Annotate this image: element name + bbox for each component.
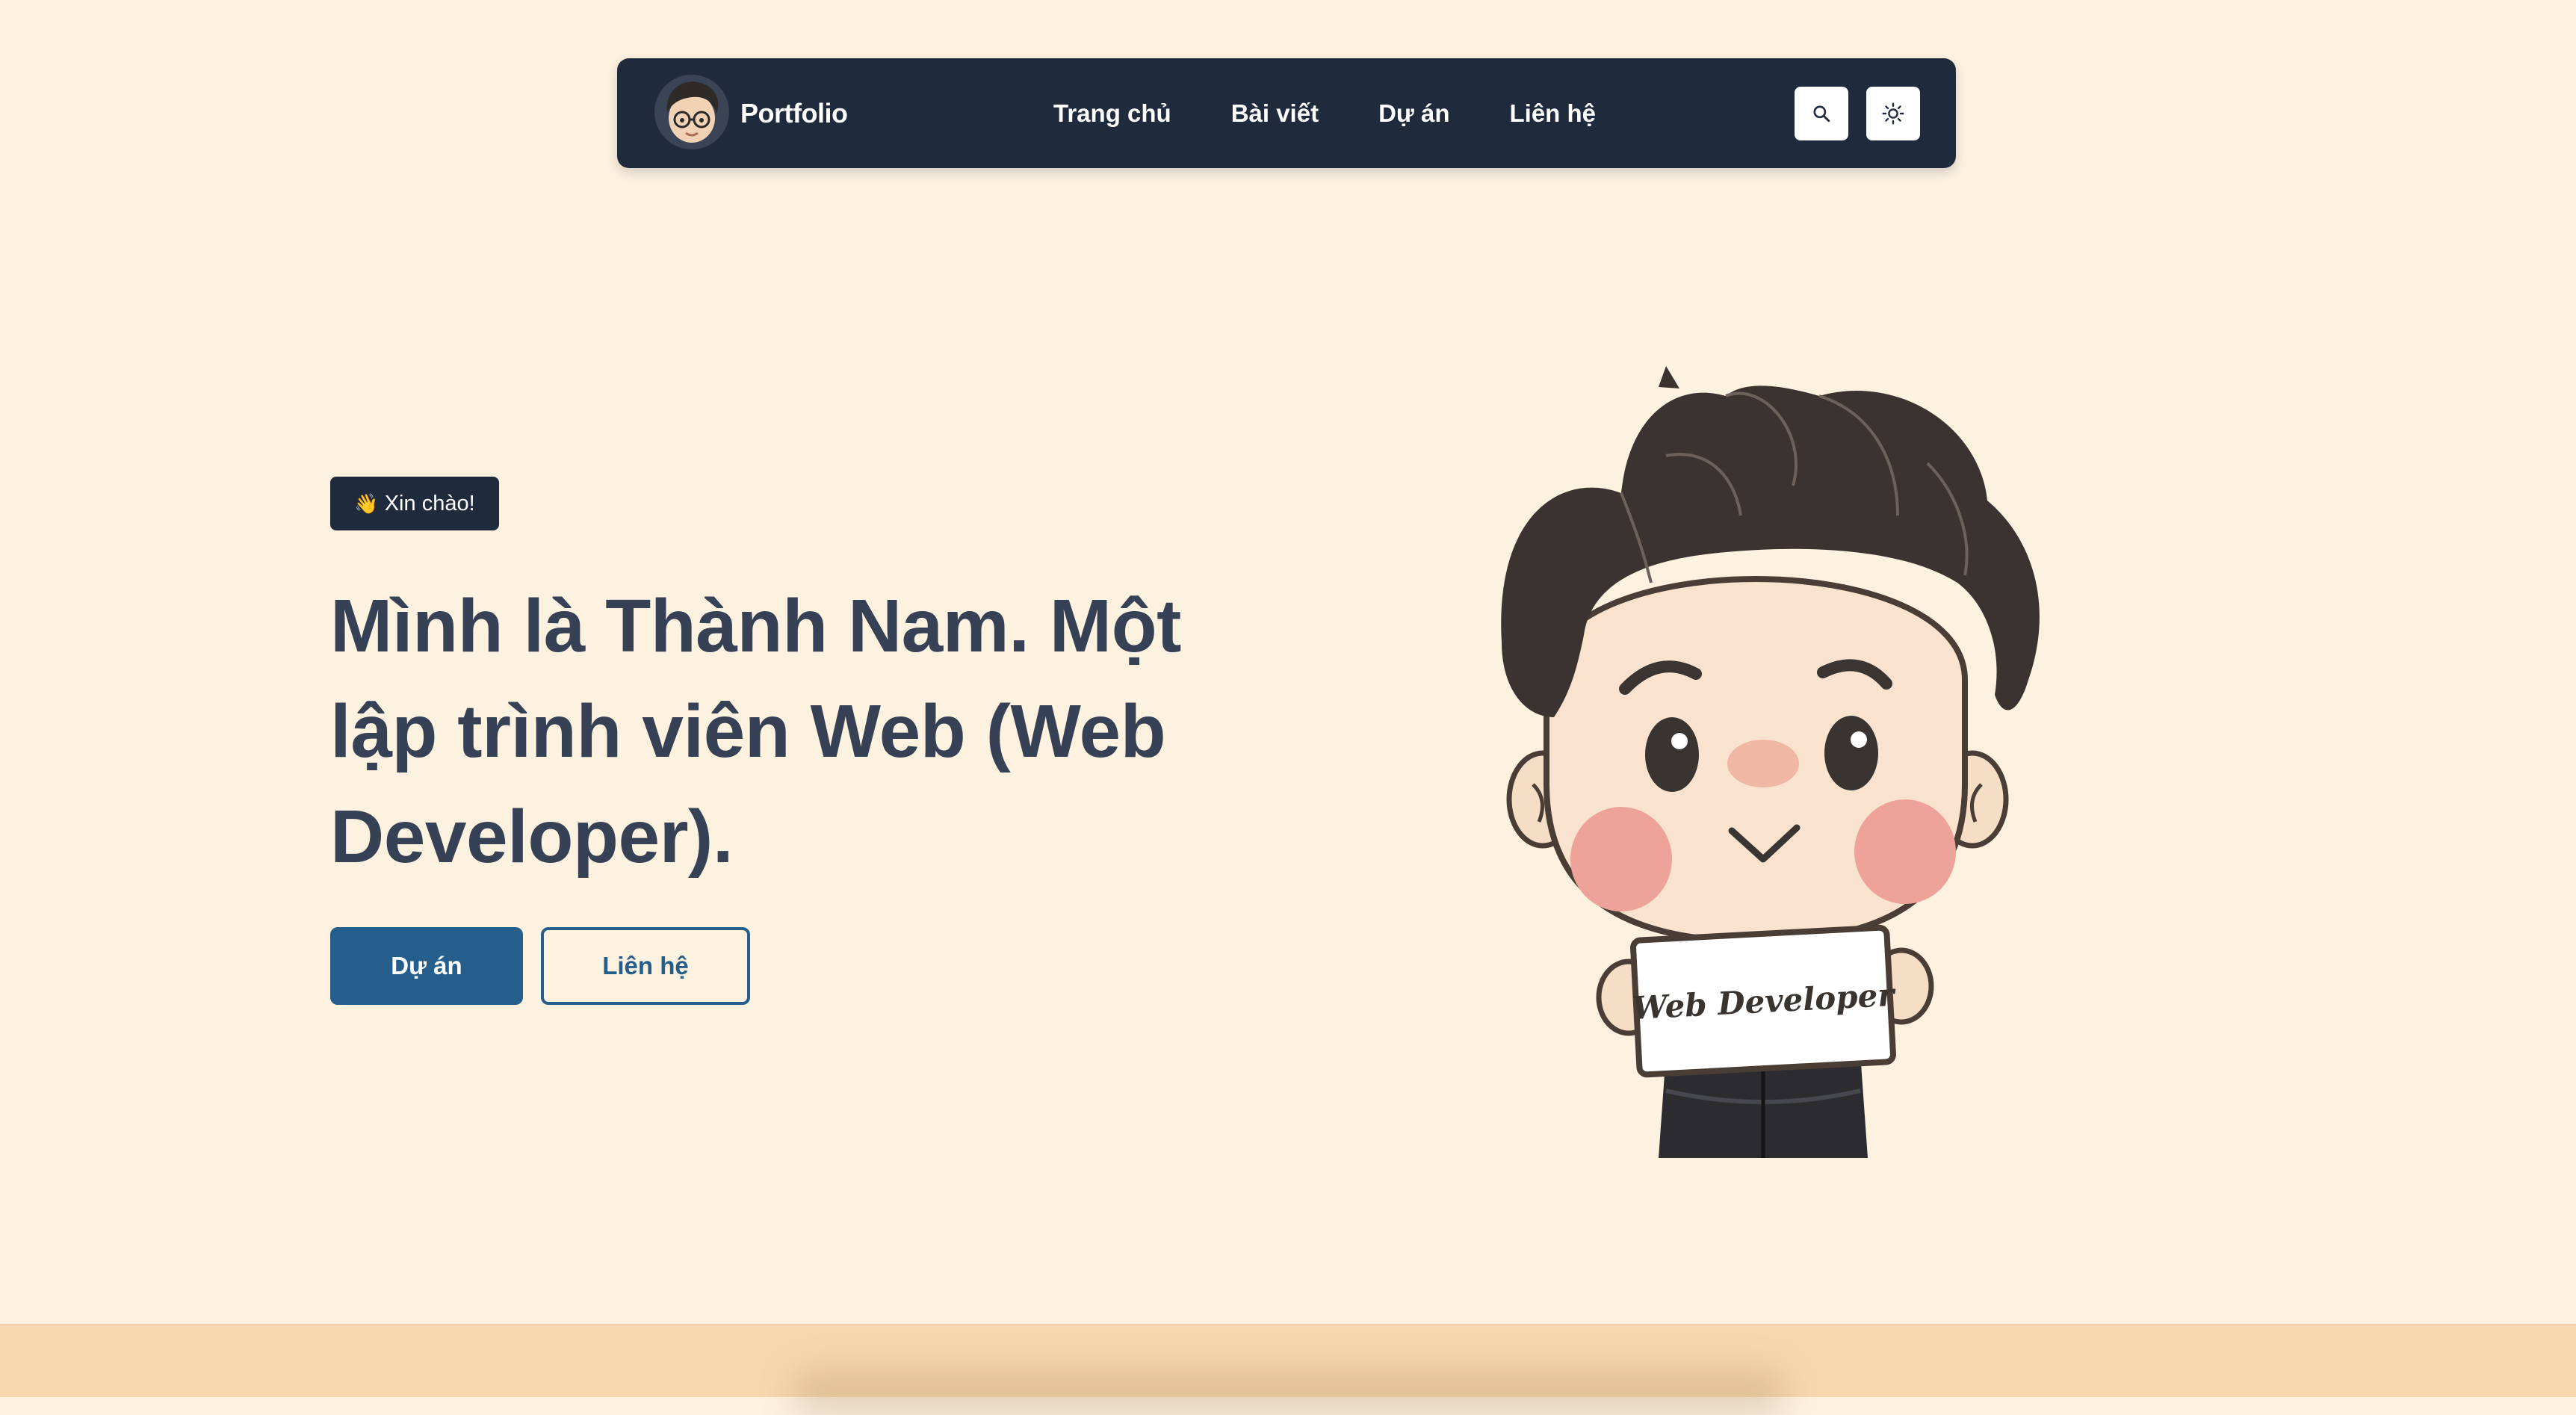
nav-link-home[interactable]: Trang chủ (1053, 99, 1171, 128)
nav-link-posts[interactable]: Bài viết (1231, 99, 1319, 128)
contact-button[interactable]: Liên hệ (541, 927, 750, 1005)
search-icon (1813, 105, 1830, 123)
next-section-band (0, 1324, 2576, 1415)
card-shadow (792, 1370, 1786, 1415)
waving-hand-icon: 👋 (354, 492, 379, 515)
nav-link-projects[interactable]: Dự án (1378, 99, 1449, 128)
greeting-badge: 👋 Xin chào! (330, 477, 499, 530)
brand-name[interactable]: Portfolio (740, 58, 848, 168)
hero-title: Mình là Thành Nam. Một lập trình viên We… (330, 584, 1181, 879)
nav-link-contact[interactable]: Liên hệ (1510, 99, 1597, 128)
profile-avatar-icon[interactable] (654, 75, 729, 149)
projects-button[interactable]: Dự án (330, 927, 523, 1005)
web-developer-mascot-illustration: Web Developer (1501, 366, 2040, 1158)
sun-icon (1882, 102, 1904, 125)
search-button[interactable] (1795, 87, 1848, 140)
top-navbar: Portfolio Trang chủ Bài viết Dự án Liên … (617, 58, 1956, 168)
theme-toggle-button[interactable] (1866, 87, 1920, 140)
greeting-text: Xin chào! (384, 491, 475, 515)
nav-menu: Trang chủ Bài viết Dự án Liên hệ (1053, 58, 1596, 168)
